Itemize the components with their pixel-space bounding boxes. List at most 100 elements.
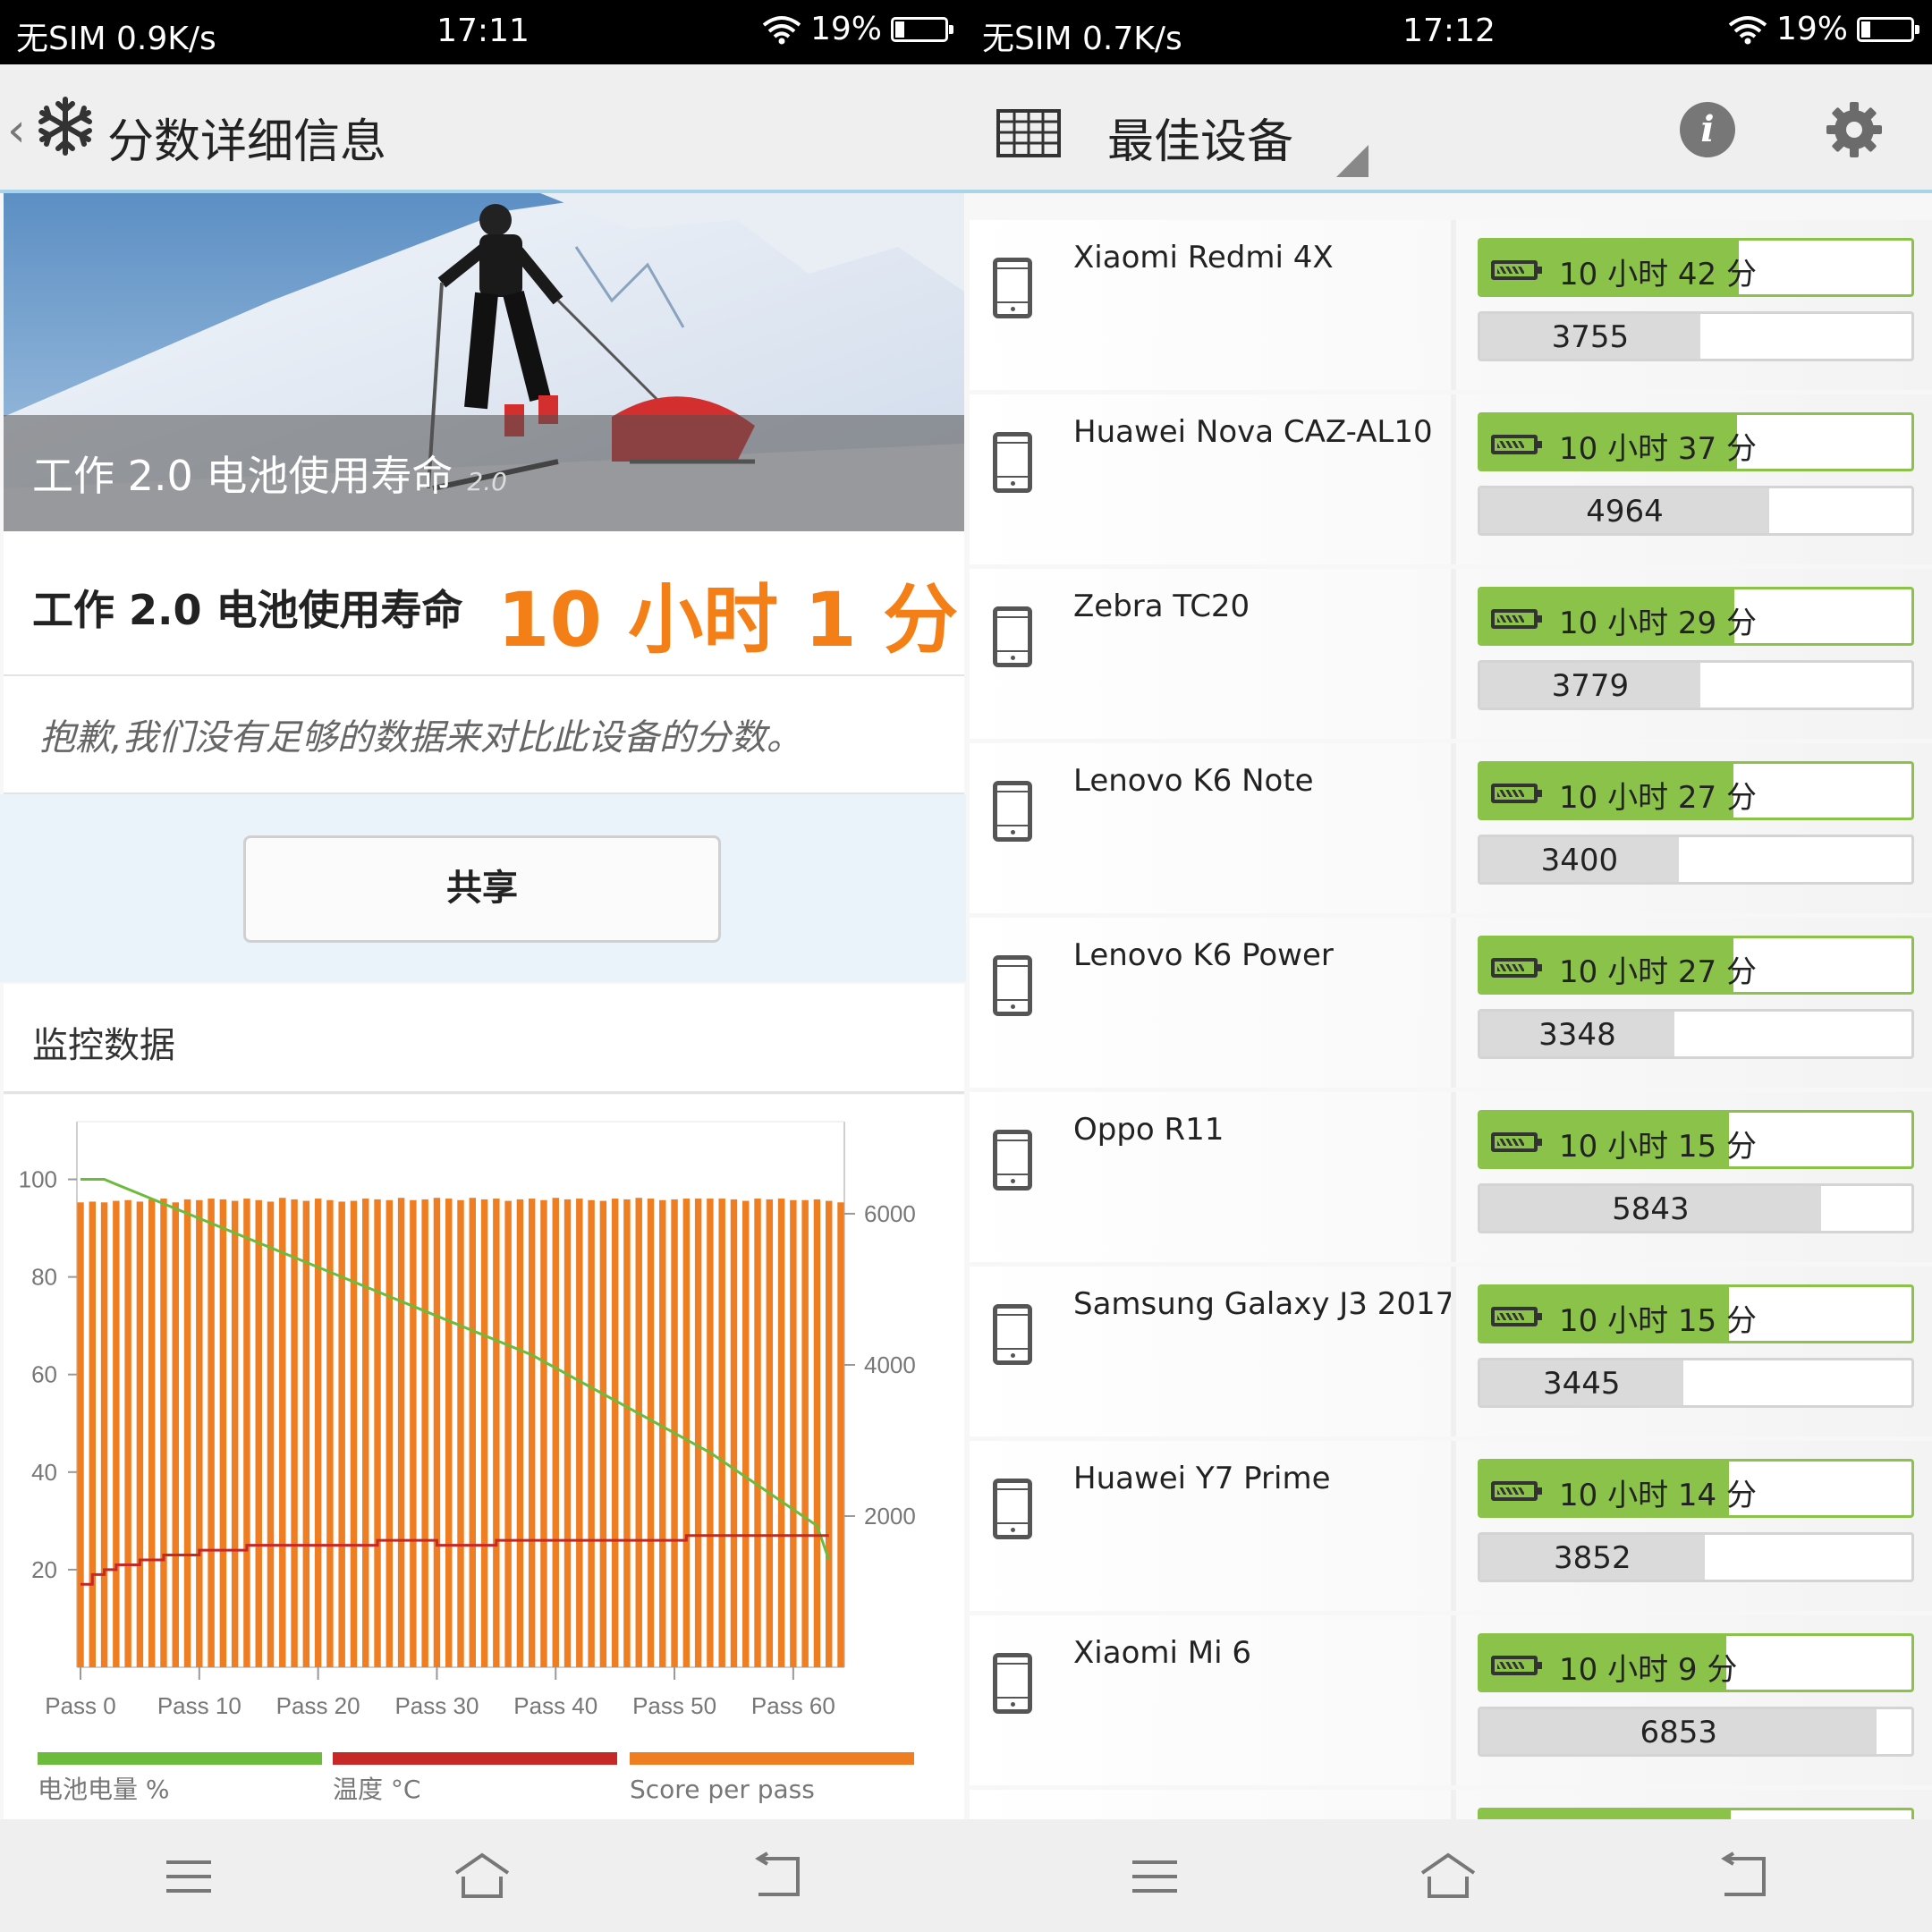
score-bar-mark [576, 1199, 583, 1667]
score-bar: 5843 [1478, 1183, 1914, 1233]
back-chevron-icon[interactable]: ‹ [7, 104, 26, 157]
battery-life-bar [1478, 1808, 1914, 1819]
score-bar-mark [457, 1199, 464, 1667]
battery-icon [1491, 784, 1542, 803]
right-tick-label: 2000 [864, 1503, 916, 1530]
device-row[interactable]: Oppo R11 10 小时 15 分 5843 [970, 1092, 1932, 1262]
score-bar-mark [231, 1200, 239, 1667]
phone-icon [993, 432, 1032, 493]
battery-life-text: 10 小时 15 分 [1559, 1129, 1757, 1165]
score-bar: 3400 [1478, 835, 1914, 885]
app-bar: ‹ 分数详细信息 [0, 64, 966, 193]
home-icon[interactable] [451, 1850, 513, 1903]
score-bar-mark [694, 1199, 702, 1667]
score-bar: 6853 [1478, 1707, 1914, 1757]
score-summary: 工作 2.0 电池使用寿命 10 小时 1 分 [4, 531, 964, 676]
battery-icon [1491, 1656, 1542, 1675]
status-bar: 无SIM 0.9K/s 17:11 19% [0, 0, 966, 64]
battery-icon [1491, 609, 1542, 629]
score-bar-mark [100, 1202, 108, 1667]
menu-icon[interactable] [1123, 1850, 1186, 1903]
right-tick-label: 4000 [864, 1352, 916, 1378]
score-bar: 3348 [1478, 1009, 1914, 1059]
app-bar: 最佳设备 i [966, 64, 1932, 193]
battery-life-bar: 10 小时 42 分 [1478, 238, 1914, 297]
back-icon[interactable] [1712, 1850, 1775, 1903]
share-button[interactable]: 共享 [243, 835, 721, 943]
page-title[interactable]: 最佳设备 [1107, 104, 1293, 171]
battery-life-bar: 10 小时 27 分 [1478, 936, 1914, 995]
back-icon[interactable] [746, 1850, 809, 1903]
score-bar-mark [623, 1199, 631, 1667]
battery-icon [1491, 1132, 1542, 1152]
score-text: 3400 [1540, 843, 1619, 878]
score-bar-mark [338, 1201, 345, 1667]
score-bar-mark [837, 1202, 844, 1667]
device-name: Samsung Galaxy J3 2017 [1073, 1286, 1455, 1322]
battery-life-bar: 10 小时 27 分 [1478, 761, 1914, 820]
score-bar-mark [730, 1199, 738, 1667]
device-row[interactable]: Xiaomi Mi 6 10 小时 9 分 6853 [970, 1615, 1932, 1785]
phone-icon [993, 606, 1032, 667]
table-grid-icon[interactable] [996, 109, 1061, 157]
x-tick-label: Pass 20 [276, 1692, 360, 1719]
legend-swatch [333, 1752, 617, 1765]
device-name: Lenovo K6 Note [1073, 763, 1314, 799]
score-text: 4964 [1586, 494, 1664, 530]
page-title: 分数详细信息 [107, 115, 387, 169]
score-bar-mark [564, 1199, 572, 1667]
score-bar-mark [113, 1200, 120, 1667]
battery-life-text: 10 小时 15 分 [1559, 1303, 1757, 1339]
score-text: 3348 [1538, 1017, 1616, 1053]
device-row[interactable]: Samsung Galaxy J3 2017 10 小时 15 分 3445 [970, 1267, 1932, 1436]
device-row[interactable]: Xiaomi Redmi 4X 10 小时 42 分 3755 [970, 220, 1932, 390]
score-bar-mark [790, 1199, 797, 1667]
score-bar-mark [267, 1201, 275, 1667]
score-bar-mark [350, 1200, 358, 1667]
score-bar-mark [291, 1199, 298, 1667]
info-icon[interactable]: i [1680, 102, 1735, 157]
monitoring-chart-svg: 100 80 60 40 20 6000 4000 2000 Pass 0 Pass 10 Pass… [19, 1121, 916, 1804]
system-nav-bar [966, 1819, 1932, 1932]
monitoring-header: 监控数据 [4, 984, 964, 1094]
battery-life-bar: 10 小时 9 分 [1478, 1633, 1914, 1692]
score-bar-mark [89, 1201, 96, 1667]
device-row[interactable]: Zebra TC20 10 小时 29 分 3779 [970, 569, 1932, 739]
left-tick-label: 20 [31, 1556, 57, 1583]
score-bar-mark [516, 1199, 524, 1667]
system-nav-bar [0, 1819, 966, 1932]
device-name: Oppo R11 [1073, 1112, 1224, 1148]
home-icon[interactable] [1417, 1850, 1479, 1903]
battery-icon [1491, 958, 1542, 978]
score-bar-mark [374, 1199, 381, 1667]
device-list[interactable]: Xiaomi Redmi 4X 10 小时 42 分 3755 Huawei Nova… [970, 193, 1932, 1819]
hero-version: 2.0 [467, 467, 507, 496]
score-text: 6853 [1640, 1715, 1717, 1750]
score-bar-mark [219, 1199, 227, 1667]
battery-life-text: 10 小时 14 分 [1559, 1478, 1757, 1513]
legend-label: Score per pass [630, 1775, 815, 1804]
device-row[interactable]: Huawei Y7 Prime 10 小时 14 分 3852 [970, 1441, 1932, 1611]
phone-icon [993, 1130, 1032, 1191]
x-tick-label: Pass 50 [632, 1692, 716, 1719]
score-bar-mark [208, 1199, 215, 1667]
dropdown-triangle-icon[interactable] [1336, 145, 1368, 177]
device-row-partial[interactable] [970, 1790, 1932, 1819]
best-devices-screen: 无SIM 0.7K/s 17:12 19% 最佳设备 i Xiaomi Redm [966, 0, 1932, 1932]
legend-swatch [630, 1752, 914, 1765]
device-row[interactable]: Lenovo K6 Power 10 小时 27 分 3348 [970, 918, 1932, 1088]
score-bar-mark [742, 1200, 750, 1667]
device-row[interactable]: Huawei Nova CAZ-AL10 10 小时 37 分 4964 [970, 394, 1932, 564]
score-bar-mark [124, 1199, 131, 1667]
gear-icon[interactable] [1825, 100, 1884, 159]
menu-icon[interactable] [157, 1850, 220, 1903]
score-text: 3852 [1554, 1540, 1631, 1576]
score-bar-mark [433, 1198, 441, 1667]
battery-life-bar: 10 小时 29 分 [1478, 587, 1914, 646]
score-bar-mark [682, 1199, 691, 1667]
device-row[interactable]: Lenovo K6 Note 10 小时 27 分 3400 [970, 743, 1932, 913]
left-tick-label: 100 [19, 1166, 57, 1193]
phone-icon [993, 955, 1032, 1016]
device-name: Zebra TC20 [1073, 589, 1250, 624]
score-bar-mark [397, 1198, 405, 1667]
